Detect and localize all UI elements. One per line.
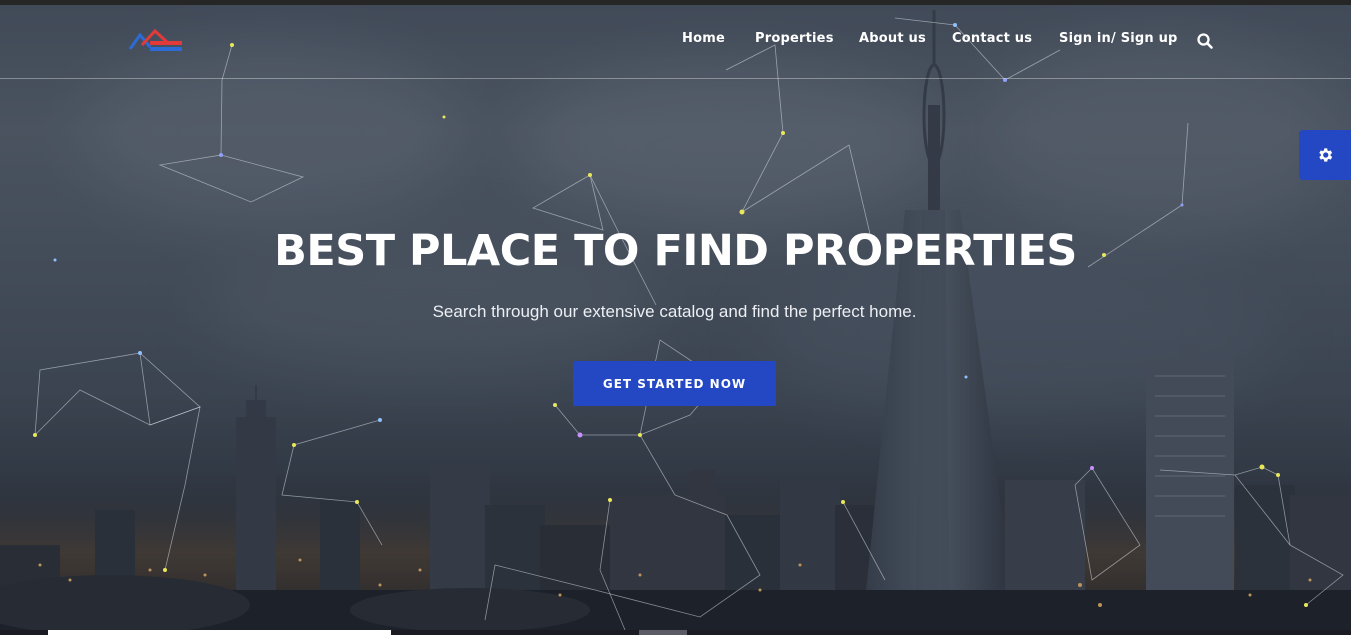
browser-top-edge	[0, 0, 1351, 5]
search-icon[interactable]	[1196, 32, 1214, 50]
nav-home[interactable]: Home	[682, 31, 725, 46]
main-nav: Home Properties About us Contact us Sign…	[0, 31, 1351, 51]
gear-icon	[1319, 148, 1333, 162]
nav-properties[interactable]: Properties	[755, 31, 834, 46]
nav-about-us[interactable]: About us	[859, 31, 926, 46]
hero-subtitle: Search through our extensive catalog and…	[432, 302, 917, 321]
settings-toggle-button[interactable]	[1299, 130, 1351, 180]
content-card-edge	[48, 630, 391, 635]
nav-contact-us[interactable]: Contact us	[952, 31, 1032, 46]
nav-sign-in-sign-up[interactable]: Sign in/ Sign up	[1059, 31, 1178, 46]
content-card-edge-2	[639, 630, 687, 635]
get-started-button[interactable]: GET STARTED NOW	[573, 361, 776, 406]
next-section-edge	[0, 630, 1351, 635]
hero-title: BEST PLACE TO FIND PROPERTIES	[274, 226, 1077, 276]
header-divider	[0, 78, 1351, 79]
